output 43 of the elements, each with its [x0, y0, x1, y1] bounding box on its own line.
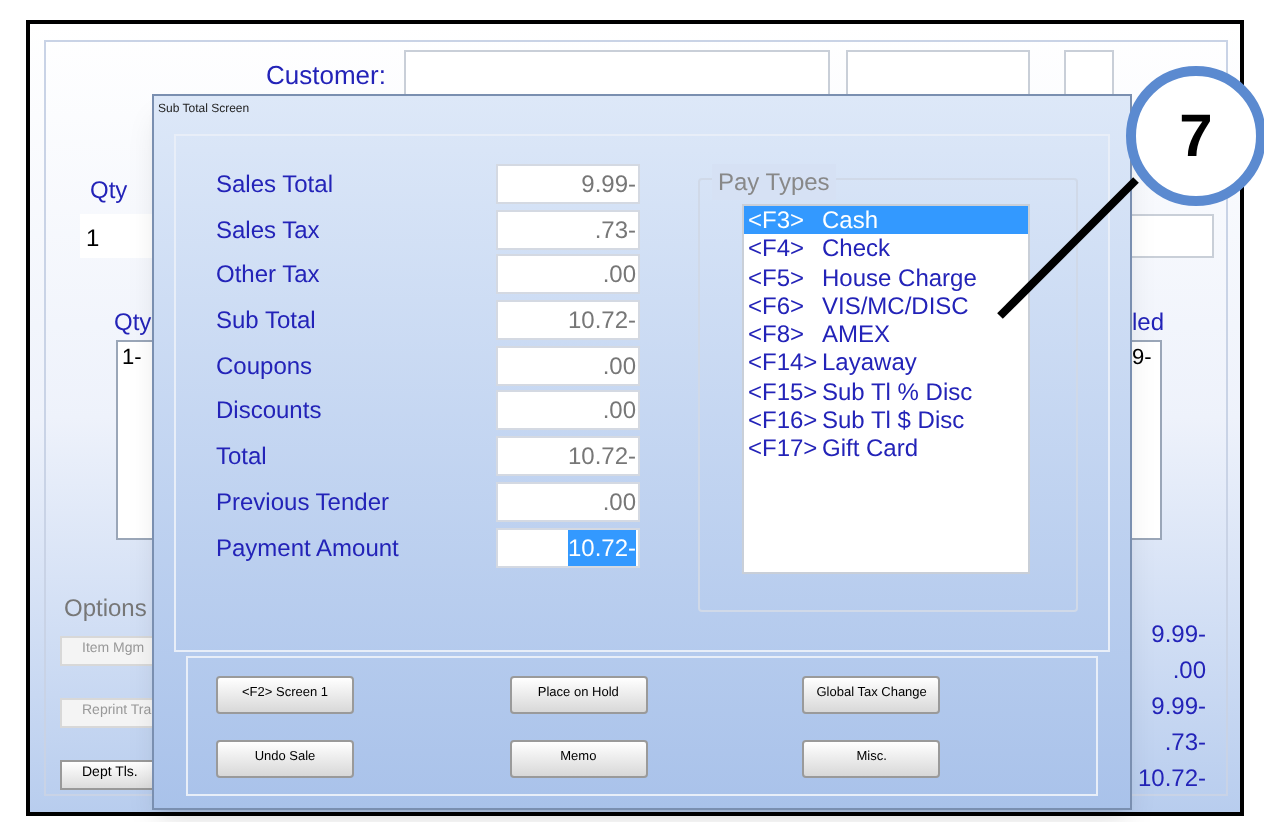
list-item[interactable]: 1-	[122, 342, 150, 375]
amount-field[interactable]: .00	[496, 345, 640, 386]
list-item[interactable]: <F15> Sub Tl % Disc	[744, 377, 977, 407]
list-item[interactable]: <F6> VIS/MC/DISC	[744, 291, 973, 321]
field-label: Total	[216, 440, 269, 475]
customer-field[interactable]	[1064, 50, 1114, 98]
customer-field[interactable]	[404, 50, 830, 98]
column-header: led	[1132, 306, 1165, 340]
field-label: Previous Tender	[216, 485, 391, 520]
list-item[interactable]: <F14> Layaway	[744, 348, 921, 378]
field-label: Payment Amount	[216, 531, 401, 565]
list-item[interactable]: <F4> Check	[744, 234, 895, 264]
amount-field[interactable]: 10.72-	[496, 300, 640, 341]
column-header: Qty	[114, 306, 152, 340]
qty-field[interactable]: 1	[80, 214, 152, 258]
total-value: 9.99-	[1149, 618, 1206, 652]
customer-label: Customer:	[266, 58, 386, 94]
list-item[interactable]: 9-	[1132, 342, 1160, 375]
total-value: 9.99-	[1149, 690, 1206, 724]
amount-field[interactable]: .00	[496, 481, 640, 522]
amount-field[interactable]: 9.99-	[496, 164, 640, 204]
list-item[interactable]: <F5> House Charge	[744, 263, 981, 292]
text-field[interactable]	[1130, 214, 1214, 258]
field-label: Sales Tax	[216, 213, 322, 248]
qty-label: Qty	[90, 174, 128, 208]
list-item[interactable]: <F16> Sub Tl $ Disc	[744, 406, 969, 435]
group-title: Pay Types	[712, 164, 836, 200]
customer-field[interactable]	[846, 50, 1030, 98]
field-label: Other Tax	[216, 258, 322, 293]
list-item[interactable]: <F8> AMEX	[744, 320, 895, 349]
list-item[interactable]: <F17> Gift Card	[744, 434, 923, 464]
amount-field[interactable]: 10.72-	[496, 436, 640, 477]
total-value: .00	[1170, 654, 1206, 688]
field-label: Sub Total	[216, 304, 318, 339]
field-label: Discounts	[216, 394, 324, 429]
options-title: Options	[64, 592, 147, 626]
total-value: .73-	[1162, 726, 1206, 760]
total-value: 10.72-	[1135, 762, 1206, 796]
field-label: Sales Total	[216, 168, 335, 202]
amount-field[interactable]: .73-	[496, 209, 640, 250]
amount-field[interactable]: .00	[496, 390, 640, 431]
amount-field[interactable]: .00	[496, 254, 640, 295]
field-label: Coupons	[216, 349, 315, 384]
